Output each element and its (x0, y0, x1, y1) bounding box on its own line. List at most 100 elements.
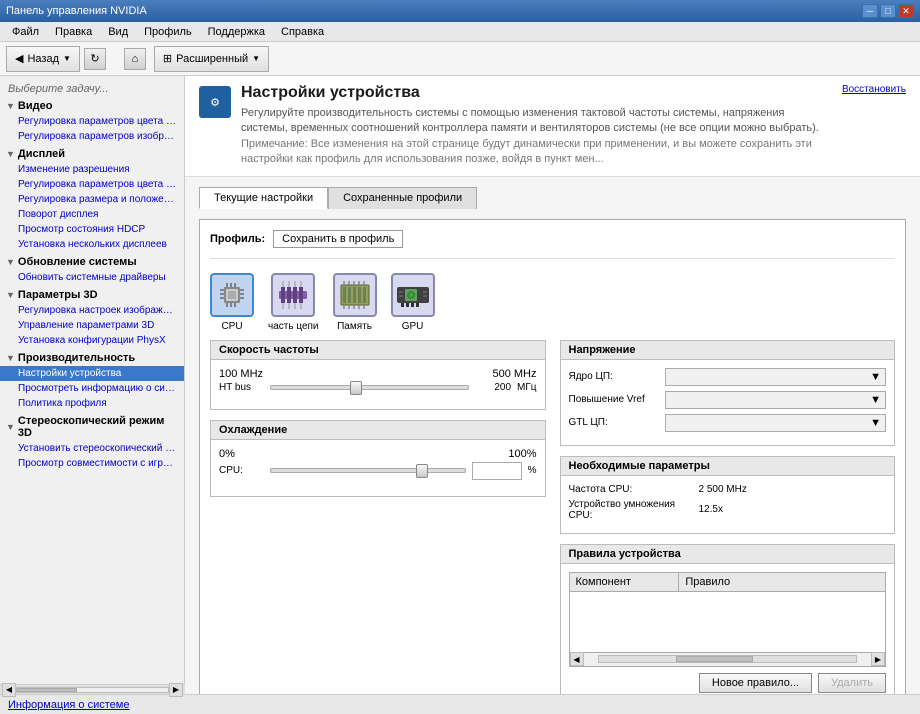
sidebar-item-video-image[interactable]: Регулировка параметров изображения о... (0, 129, 184, 144)
scroll-left-arrow[interactable]: ◀ (570, 652, 584, 666)
sidebar-item-video-color[interactable]: Регулировка параметров цвета для вид... (0, 114, 184, 129)
voltage-section-title: Напряжение (561, 341, 895, 360)
voltage-label-1: Повышение Vref (569, 394, 659, 405)
main-layout: Выберите задачу... ▼ Видео Регулировка п… (0, 76, 920, 694)
sidebar-scroll-thumb[interactable] (17, 688, 77, 692)
menu-bar: Файл Правка Вид Профиль Поддержка Справк… (0, 22, 920, 42)
advanced-button[interactable]: ⊞ Расширенный ▼ (154, 46, 269, 72)
home-button[interactable]: ⌂ (124, 48, 146, 70)
voltage-dropdown-0[interactable]: ▼ (665, 368, 887, 386)
back-icon: ◀ (15, 52, 23, 65)
sidebar-item-multi-display[interactable]: Установка нескольких дисплеев (0, 237, 184, 252)
sidebar-group-3d-title: ▼ Параметры 3D (0, 287, 184, 303)
tab-current[interactable]: Текущие настройки (199, 187, 328, 209)
rules-table: Компонент Правило ◀ (569, 572, 887, 667)
home-icon: ⌂ (132, 53, 139, 65)
sidebar-scroll-left[interactable]: ◀ (2, 683, 16, 697)
sidebar-item-rotate[interactable]: Поворот дисплея (0, 207, 184, 222)
sidebar-group-perf: ▼ Производительность Настройки устройств… (0, 350, 184, 411)
title-bar: Панель управления NVIDIA ─ □ ✕ (0, 0, 920, 22)
profile-value[interactable]: Сохранить в профиль (273, 230, 403, 248)
tab-saved[interactable]: Сохраненные профили (328, 187, 477, 209)
sidebar-item-profile-policy[interactable]: Политика профиля (0, 396, 184, 411)
tree-expand-icon-5: ▼ (6, 353, 15, 363)
toolbar: ◀ Назад ▼ ↻ ⌂ ⊞ Расширенный ▼ (0, 42, 920, 76)
sidebar-group-update: ▼ Обновление системы Обновить системные … (0, 254, 184, 285)
clock-slider-row: 100 MHz 500 MHz HT bus 200 (219, 368, 537, 393)
back-button[interactable]: ◀ Назад ▼ (6, 46, 80, 72)
cooling-section-title: Охлаждение (211, 421, 545, 440)
component-gpu[interactable]: GPU (391, 273, 435, 332)
component-circuit[interactable]: часть цепи (268, 273, 319, 332)
sidebar-item-physx[interactable]: Установка конфигурации PhysX (0, 333, 184, 348)
new-rule-button[interactable]: Новое правило... (699, 673, 812, 693)
clock-section-body: 100 MHz 500 MHz HT bus 200 (211, 360, 545, 409)
status-bar: Информация о системе (0, 694, 920, 714)
menu-profile[interactable]: Профиль (136, 24, 200, 40)
scroll-track[interactable] (598, 655, 858, 663)
sidebar-task-label: Выберите задачу... (0, 80, 184, 98)
scroll-thumb[interactable] (676, 656, 753, 662)
sidebar-item-drivers[interactable]: Обновить системные драйверы (0, 270, 184, 285)
sidebar-scroll-track[interactable] (16, 687, 169, 693)
param-label-0: Частота CPU: (569, 484, 699, 495)
content-area: ⚙ Настройки устройства Регулируйте произ… (185, 76, 920, 694)
sidebar-item-desktop-size[interactable]: Регулировка размера и положения рабо... (0, 192, 184, 207)
clock-slider-track[interactable] (270, 385, 469, 390)
menu-edit[interactable]: Правка (47, 24, 100, 40)
cooling-slider-track[interactable] (270, 468, 466, 473)
sidebar-item-device-settings[interactable]: Настройки устройства (0, 366, 184, 381)
sidebar-scroll-right[interactable]: ▶ (169, 683, 183, 697)
sidebar-hscrollbar: ◀ ▶ (0, 684, 185, 694)
tree-expand-icon-4: ▼ (6, 290, 15, 300)
sidebar-item-game-compat[interactable]: Просмотр совместимости с играми (0, 456, 184, 471)
voltage-label-2: GTL ЦП: (569, 417, 659, 428)
voltage-row-1: Повышение Vref ▼ (569, 391, 887, 409)
sidebar-item-resolution[interactable]: Изменение разрешения (0, 162, 184, 177)
delete-button[interactable]: Удалить (818, 673, 886, 693)
menu-support[interactable]: Поддержка (200, 24, 273, 40)
tabs: Текущие настройки Сохраненные профили (199, 187, 906, 209)
sidebar-group-video-label: Видео (18, 100, 53, 112)
refresh-button[interactable]: ↻ (84, 48, 106, 70)
voltage-row-2: GTL ЦП: ▼ (569, 414, 887, 432)
scroll-right-arrow[interactable]: ▶ (871, 652, 885, 666)
close-button[interactable]: ✕ (898, 4, 914, 18)
advanced-label: Расширенный (176, 53, 248, 65)
sidebar-item-3d-manage[interactable]: Управление параметрами 3D (0, 318, 184, 333)
system-info-link[interactable]: Информация о системе (8, 699, 129, 711)
sidebar-group-video: ▼ Видео Регулировка параметров цвета для… (0, 98, 184, 144)
sidebar-item-desktop-color[interactable]: Регулировка параметров цвета рабочего... (0, 177, 184, 192)
maximize-button[interactable]: □ (880, 4, 896, 18)
sidebar-item-hdcp[interactable]: Просмотр состояния HDCP (0, 222, 184, 237)
cooling-slider-thumb[interactable] (416, 464, 428, 478)
restore-button[interactable]: Восстановить (842, 84, 906, 95)
param-value-0: 2 500 MHz (699, 484, 747, 495)
cooling-min-label: 0% (219, 448, 235, 460)
settings-icon: ⚙ (210, 96, 220, 109)
page-header: ⚙ Настройки устройства Регулируйте произ… (185, 76, 920, 177)
rules-section: Правила устройства Компонент Правило (560, 544, 896, 694)
minimize-button[interactable]: ─ (862, 4, 878, 18)
cooling-row-label: CPU: (219, 465, 264, 476)
voltage-dropdown-1[interactable]: ▼ (665, 391, 887, 409)
page-description: Регулируйте производительность системы с… (241, 106, 832, 168)
voltage-row-0: Ядро ЦП: ▼ (569, 368, 887, 386)
component-cpu[interactable]: CPU (210, 273, 254, 332)
clock-slider-thumb[interactable] (350, 381, 362, 395)
memory-label: Память (337, 321, 372, 332)
sidebar-item-3d-image[interactable]: Регулировка настроек изображения с пр... (0, 303, 184, 318)
sidebar-item-stereo-setup[interactable]: Установить стереоскопический режим 3... (0, 441, 184, 456)
menu-help[interactable]: Справка (273, 24, 332, 40)
component-memory[interactable]: Память (333, 273, 377, 332)
sidebar-item-system-info[interactable]: Просмотреть информацию о системе (0, 381, 184, 396)
voltage-section: Напряжение Ядро ЦП: ▼ (560, 340, 896, 446)
rules-section-title: Правила устройства (561, 545, 895, 564)
voltage-dropdown-2[interactable]: ▼ (665, 414, 887, 432)
memory-icon (333, 273, 377, 317)
cooling-value-input[interactable] (472, 462, 522, 480)
menu-file[interactable]: Файл (4, 24, 47, 40)
sidebar-group-3d-label: Параметры 3D (18, 289, 98, 301)
menu-view[interactable]: Вид (100, 24, 136, 40)
param-row-0: Частота CPU: 2 500 MHz (569, 484, 887, 495)
